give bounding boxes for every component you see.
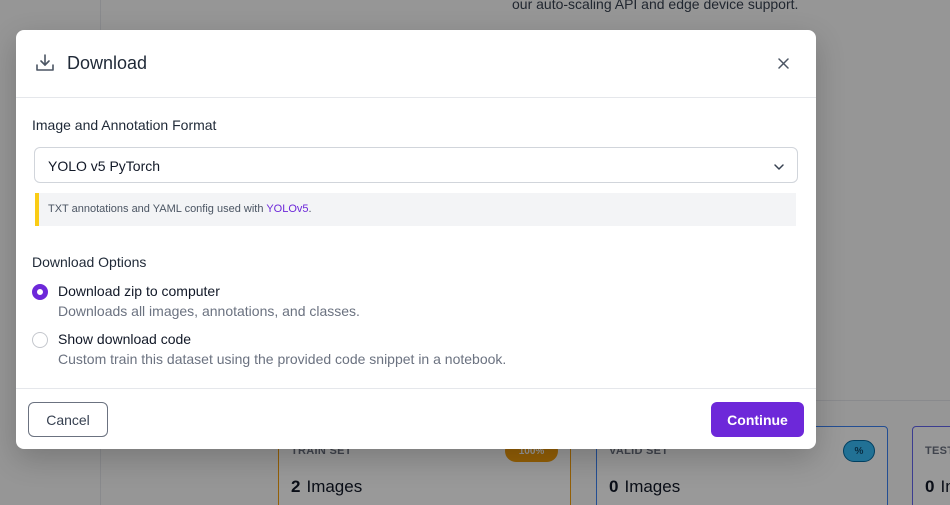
option-show-code-description: Custom train this dataset using the prov… xyxy=(58,351,507,367)
download-icon xyxy=(35,53,55,73)
dialog-footer: Cancel Continue xyxy=(16,388,816,449)
option-show-code[interactable]: Show download code Custom train this dat… xyxy=(32,329,732,369)
dialog-title: Download xyxy=(67,53,148,73)
option-download-zip-description: Downloads all images, annotations, and c… xyxy=(58,303,360,319)
continue-button[interactable]: Continue xyxy=(711,402,804,437)
download-dialog: Download Image and Annotation Format YOL… xyxy=(16,30,816,449)
radio-show-code[interactable] xyxy=(32,332,48,348)
option-download-zip-title: Download zip to computer xyxy=(58,283,220,299)
yolov5-link[interactable]: YOLOv5 xyxy=(266,203,308,215)
dialog-header: Download xyxy=(16,30,816,98)
radio-download-zip[interactable] xyxy=(32,284,48,300)
format-label: Image and Annotation Format xyxy=(32,117,217,133)
format-info-text: TXT annotations and YAML config used wit… xyxy=(48,203,312,215)
format-info-box: TXT annotations and YAML config used wit… xyxy=(35,193,796,226)
chevron-down-icon xyxy=(773,160,785,172)
close-icon[interactable] xyxy=(774,54,792,72)
format-selected-value: YOLO v5 PyTorch xyxy=(48,158,161,174)
cancel-button[interactable]: Cancel xyxy=(28,402,108,437)
format-select[interactable]: YOLO v5 PyTorch xyxy=(34,147,798,183)
download-options-label: Download Options xyxy=(32,254,147,270)
option-show-code-title: Show download code xyxy=(58,331,192,347)
page: our auto-scaling API and edge device sup… xyxy=(0,0,950,505)
option-download-zip[interactable]: Download zip to computer Downloads all i… xyxy=(32,281,732,321)
